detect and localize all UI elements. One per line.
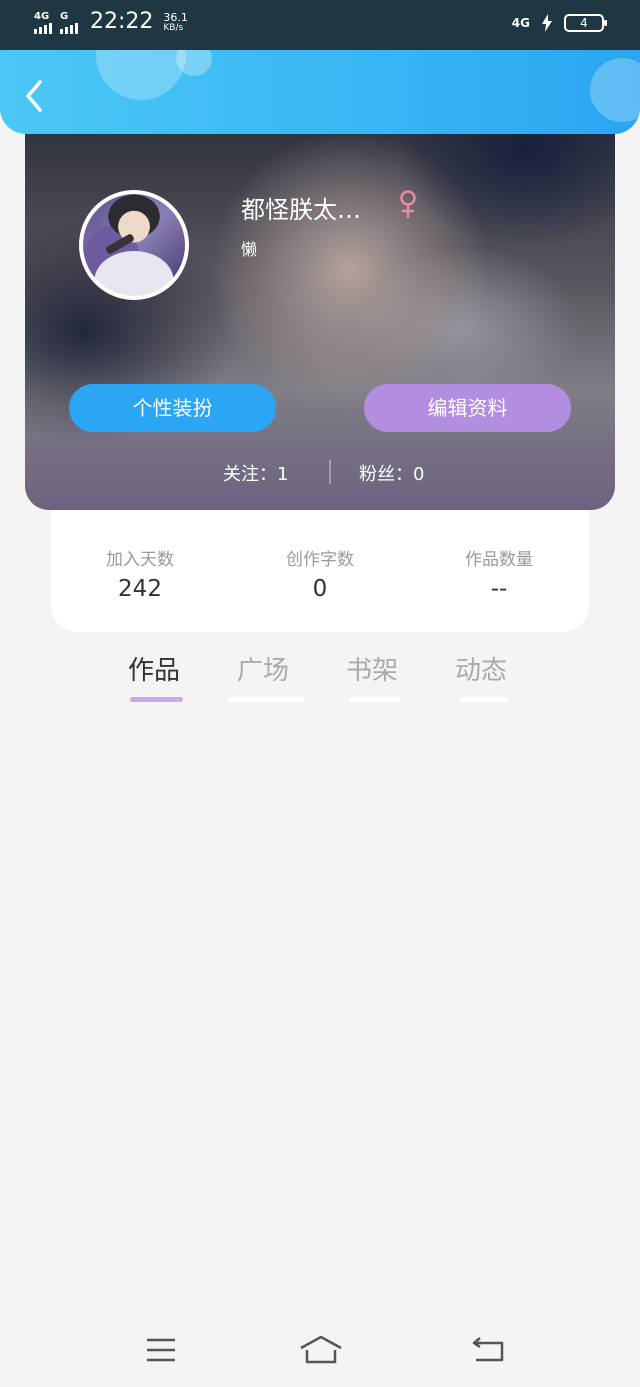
header-bar xyxy=(0,50,640,134)
profile-card: 都怪朕太… 懒 个性装扮 编辑资料 关注：1 粉丝：0 xyxy=(25,110,615,510)
stat-join-days: 加入天数 242 xyxy=(70,545,210,602)
back-nav-button[interactable] xyxy=(468,1334,508,1366)
tab-square[interactable]: 广场 xyxy=(237,650,289,687)
battery-level: 4 xyxy=(580,16,588,30)
tab-bookshelf[interactable]: 书架 xyxy=(346,650,398,687)
stat-value: -- xyxy=(490,576,508,602)
signal-2: G xyxy=(60,12,78,34)
username: 都怪朕太… xyxy=(241,196,361,224)
edit-profile-button[interactable]: 编辑资料 xyxy=(364,384,571,432)
charging-icon xyxy=(542,14,552,32)
user-bio: 懒 xyxy=(241,240,258,259)
avatar[interactable] xyxy=(79,190,189,300)
speed-unit: KB/s xyxy=(163,23,184,33)
divider xyxy=(329,460,331,484)
stat-works-count: 作品数量 -- xyxy=(429,545,569,602)
tab-moments[interactable]: 动态 xyxy=(455,650,507,687)
stat-value: 242 xyxy=(118,576,162,602)
tab-indicator xyxy=(349,697,401,702)
female-icon xyxy=(400,190,416,218)
signal-bars-icon xyxy=(60,22,78,34)
microphone-shape xyxy=(105,233,135,255)
follow-stats: 关注：1 粉丝：0 xyxy=(25,460,615,490)
back-button[interactable] xyxy=(20,78,50,114)
decor-bubble xyxy=(590,58,640,122)
status-left: 4G G 22:22 36.1 KB/s xyxy=(34,10,188,34)
network-4g-label: 4G xyxy=(511,16,530,30)
stat-word-count: 创作字数 0 xyxy=(250,545,390,602)
home-button[interactable] xyxy=(298,1334,344,1366)
dress-up-button[interactable]: 个性装扮 xyxy=(69,384,276,432)
status-right: 4G 4 xyxy=(511,14,607,32)
back-icon xyxy=(472,1337,504,1362)
battery-icon: 4 xyxy=(564,14,607,32)
clock: 22:22 xyxy=(90,9,154,34)
network-speed: 36.1 KB/s xyxy=(163,12,188,34)
decor-bubble xyxy=(96,50,186,100)
stat-label: 加入天数 xyxy=(106,550,174,570)
tab-works[interactable]: 作品 xyxy=(128,650,180,687)
signal-bars-icon xyxy=(34,22,52,34)
stat-label: 作品数量 xyxy=(465,550,533,570)
signal-1: 4G xyxy=(34,12,52,34)
tab-active-indicator xyxy=(130,697,183,702)
home-icon xyxy=(300,1335,342,1364)
menu-icon xyxy=(147,1338,175,1362)
fans-count[interactable]: 粉丝：0 xyxy=(359,460,424,486)
chevron-left-icon xyxy=(26,80,42,112)
stats-card: 加入天数 242 创作字数 0 作品数量 -- xyxy=(51,509,589,632)
system-nav-bar xyxy=(0,1310,640,1387)
network-type-label: G xyxy=(60,11,69,22)
network-type-label: 4G xyxy=(34,11,50,22)
stat-value: 0 xyxy=(312,576,328,602)
status-bar: 4G G 22:22 36.1 KB/s 4G 4 xyxy=(0,0,640,50)
menu-button[interactable] xyxy=(141,1334,181,1366)
tab-indicator xyxy=(460,697,508,702)
tab-bar: 作品 广场 书架 动态 xyxy=(0,650,640,710)
following-count[interactable]: 关注：1 xyxy=(223,460,288,486)
speed-value: 36.1 xyxy=(163,11,188,24)
tab-indicator xyxy=(228,697,304,702)
stat-label: 创作字数 xyxy=(286,550,354,570)
